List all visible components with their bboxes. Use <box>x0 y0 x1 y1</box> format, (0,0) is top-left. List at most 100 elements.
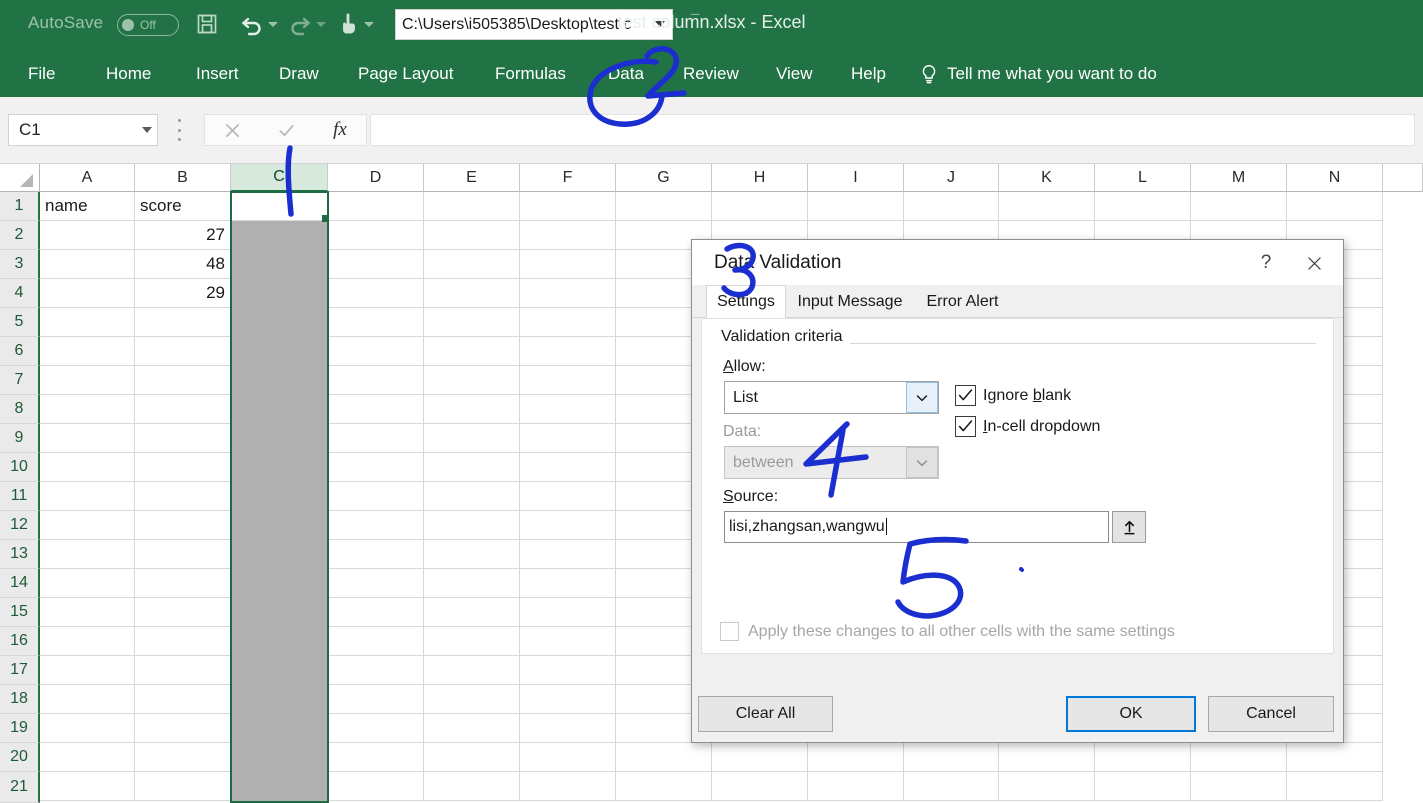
grid-cell[interactable] <box>328 308 424 337</box>
formula-input[interactable] <box>370 114 1415 146</box>
cell-b3[interactable]: 48 <box>135 250 231 279</box>
grid-cell[interactable] <box>135 569 231 598</box>
grid-cell[interactable] <box>40 482 135 511</box>
row-header-10[interactable]: 10 <box>0 453 40 482</box>
row-header-9[interactable]: 9 <box>0 424 40 453</box>
grid-cell[interactable] <box>999 772 1095 801</box>
grid-cell[interactable] <box>40 685 135 714</box>
grid-cell[interactable] <box>328 685 424 714</box>
grid-cell[interactable] <box>520 221 616 250</box>
cancel-button[interactable]: Cancel <box>1208 696 1334 732</box>
name-box[interactable]: C1 <box>8 114 158 146</box>
column-header-c[interactable]: C <box>231 164 328 192</box>
grid-cell[interactable] <box>40 656 135 685</box>
grid-cell[interactable] <box>135 656 231 685</box>
name-box-dropdown-caret[interactable] <box>137 127 157 133</box>
ribbon-tab-page-layout[interactable]: Page Layout <box>356 50 455 97</box>
row-header-19[interactable]: 19 <box>0 714 40 743</box>
grid-cell[interactable] <box>808 772 904 801</box>
cell-c1[interactable] <box>232 193 327 220</box>
grid-cell[interactable] <box>40 424 135 453</box>
grid-cell[interactable] <box>328 482 424 511</box>
grid-cell[interactable] <box>424 569 520 598</box>
fx-icon[interactable]: fx <box>313 115 367 145</box>
cell-b2[interactable]: 27 <box>135 221 231 250</box>
grid-cell[interactable] <box>40 453 135 482</box>
grid-cell[interactable] <box>520 772 616 801</box>
column-header-f[interactable]: F <box>520 164 616 192</box>
source-input[interactable]: lisi,zhangsan,wangwu <box>724 511 1109 543</box>
grid-cell[interactable] <box>424 337 520 366</box>
grid-cell[interactable] <box>40 772 135 801</box>
ignore-blank-checkbox[interactable] <box>955 385 976 406</box>
row-header-20[interactable]: 20 <box>0 743 40 772</box>
grid-cell[interactable] <box>1191 743 1287 772</box>
row-header-5[interactable]: 5 <box>0 308 40 337</box>
grid-cell[interactable] <box>424 395 520 424</box>
grid-cell[interactable] <box>1095 743 1191 772</box>
grid-cell[interactable] <box>808 192 904 221</box>
grid-cell[interactable] <box>328 772 424 801</box>
cell-b4[interactable]: 29 <box>135 279 231 308</box>
row-header-7[interactable]: 7 <box>0 366 40 395</box>
row-header-8[interactable]: 8 <box>0 395 40 424</box>
grid-cell[interactable] <box>328 714 424 743</box>
grid-cell[interactable] <box>424 424 520 453</box>
grid-cell[interactable] <box>135 540 231 569</box>
grid-cell[interactable] <box>40 598 135 627</box>
grid-cell[interactable] <box>520 453 616 482</box>
grid-cell[interactable] <box>328 569 424 598</box>
grid-cell[interactable] <box>135 627 231 656</box>
grid-cell[interactable] <box>1287 192 1383 221</box>
grid-cell[interactable] <box>712 772 808 801</box>
grid-cell[interactable] <box>424 540 520 569</box>
grid-cell[interactable] <box>424 308 520 337</box>
grid-cell[interactable] <box>328 366 424 395</box>
grid-cell[interactable] <box>520 395 616 424</box>
grid-cell[interactable] <box>328 424 424 453</box>
column-header-n[interactable]: N <box>1287 164 1383 192</box>
grid-cell[interactable] <box>424 714 520 743</box>
row-header-12[interactable]: 12 <box>0 511 40 540</box>
ribbon-tab-draw[interactable]: Draw <box>277 50 321 97</box>
column-header-a[interactable]: A <box>40 164 135 192</box>
grid-cell[interactable] <box>1287 743 1383 772</box>
grid-cell[interactable] <box>1191 772 1287 801</box>
row-header-14[interactable]: 14 <box>0 569 40 598</box>
grid-cell[interactable] <box>135 395 231 424</box>
grid-cell[interactable] <box>135 598 231 627</box>
grid-cell[interactable] <box>328 279 424 308</box>
help-icon[interactable]: ? <box>1251 249 1281 277</box>
dialog-title-bar[interactable]: Data Validation ? <box>692 240 1343 285</box>
ribbon-tab-home[interactable]: Home <box>104 50 153 97</box>
ribbon-tab-formulas[interactable]: Formulas <box>493 50 568 97</box>
grid-cell[interactable] <box>520 482 616 511</box>
grid-cell[interactable] <box>328 598 424 627</box>
cell-b1[interactable]: score <box>135 192 231 221</box>
row-header-13[interactable]: 13 <box>0 540 40 569</box>
grid-cell[interactable] <box>424 453 520 482</box>
close-x-icon[interactable] <box>1295 249 1333 277</box>
grid-cell[interactable] <box>135 511 231 540</box>
row-header-17[interactable]: 17 <box>0 656 40 685</box>
column-header-h[interactable]: H <box>712 164 808 192</box>
column-header-j[interactable]: J <box>904 164 999 192</box>
grid-cell[interactable] <box>520 598 616 627</box>
grid-cell[interactable] <box>328 540 424 569</box>
grid-cell[interactable] <box>328 192 424 221</box>
grid-cell[interactable] <box>40 540 135 569</box>
grid-cell[interactable] <box>520 250 616 279</box>
grid-cell[interactable] <box>520 685 616 714</box>
collapse-dialog-icon[interactable] <box>1112 511 1146 543</box>
grid-cell[interactable] <box>424 685 520 714</box>
grid-cell[interactable] <box>520 366 616 395</box>
row-header-11[interactable]: 11 <box>0 482 40 511</box>
grid-cell[interactable] <box>520 714 616 743</box>
row-header-21[interactable]: 21 <box>0 772 40 803</box>
grid-cell[interactable] <box>135 772 231 801</box>
tab-settings[interactable]: Settings <box>706 285 786 318</box>
tab-error-alert[interactable]: Error Alert <box>914 285 1011 318</box>
enter-check-icon[interactable] <box>259 115 313 145</box>
grid-cell[interactable] <box>328 656 424 685</box>
grid-cell[interactable] <box>904 192 999 221</box>
